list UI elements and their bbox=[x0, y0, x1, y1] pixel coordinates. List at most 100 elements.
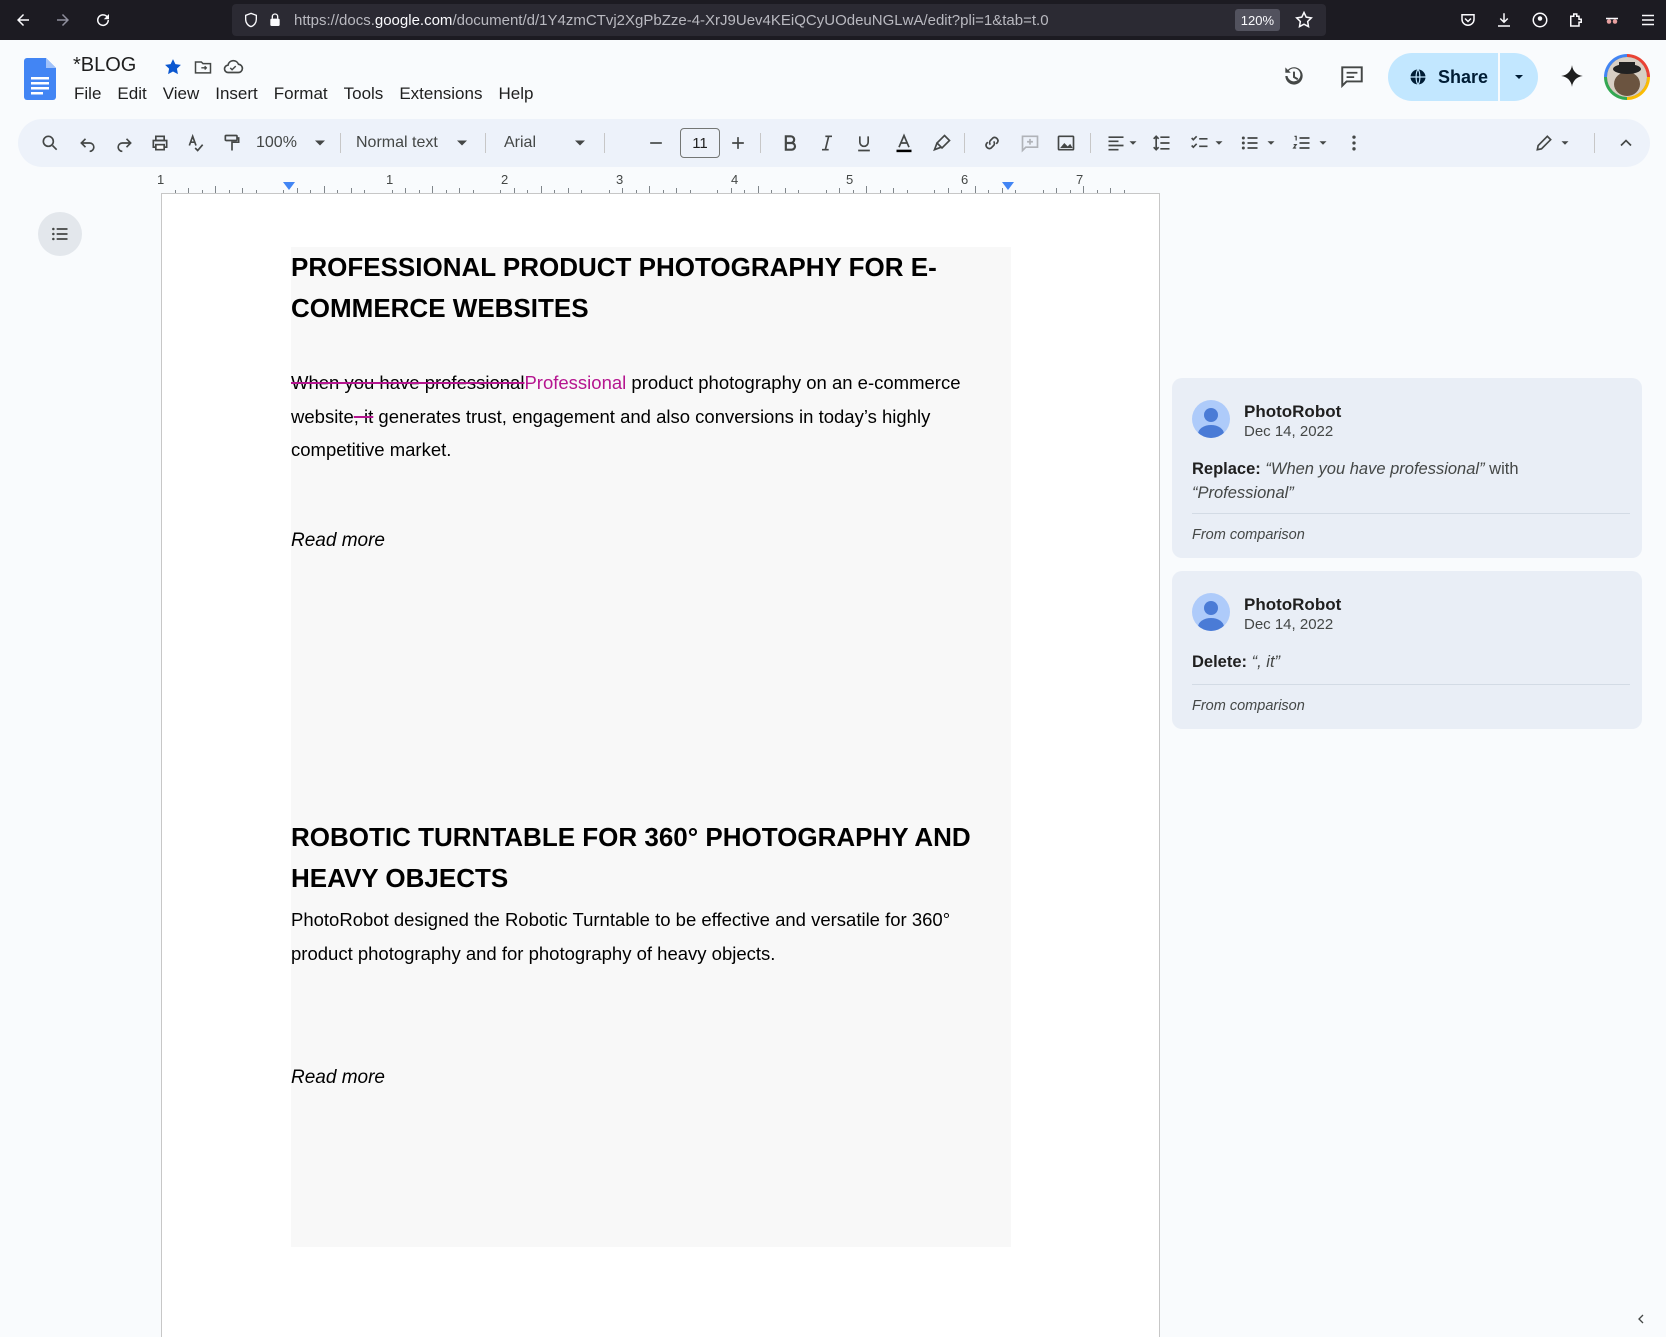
bookmark-star-icon[interactable] bbox=[1294, 10, 1314, 30]
cloud-status-icon[interactable] bbox=[222, 56, 244, 78]
caret-down-icon[interactable] bbox=[570, 131, 590, 155]
heading-1[interactable]: PROFESSIONAL PRODUCT PHOTOGRAPHY FOR E-C… bbox=[291, 247, 1011, 329]
ruler-track[interactable]: 1 1 2 3 4 5 6 7 bbox=[157, 172, 1160, 194]
document-outline-icon[interactable] bbox=[38, 212, 82, 256]
download-icon[interactable] bbox=[1486, 2, 1522, 38]
ruler-tick bbox=[337, 190, 339, 193]
bold-icon[interactable] bbox=[778, 131, 802, 155]
increase-font-size-icon[interactable] bbox=[726, 131, 750, 155]
back-icon[interactable] bbox=[6, 3, 40, 37]
menu-file[interactable]: File bbox=[66, 82, 109, 106]
ruler-tick bbox=[974, 186, 976, 193]
version-history-icon[interactable] bbox=[1276, 58, 1312, 94]
docs-logo-icon[interactable] bbox=[24, 58, 56, 100]
suggested-deletion[interactable]: , it bbox=[354, 406, 374, 427]
heading-2[interactable]: ROBOTIC TURNTABLE FOR 360° PHOTOGRAPHY A… bbox=[291, 817, 1011, 899]
more-options-icon[interactable] bbox=[1342, 131, 1366, 155]
underline-icon[interactable] bbox=[852, 131, 876, 155]
text-color-icon[interactable] bbox=[890, 131, 918, 155]
italic-icon[interactable] bbox=[815, 131, 839, 155]
insert-link-icon[interactable] bbox=[980, 131, 1004, 155]
right-indent-marker[interactable] bbox=[1002, 182, 1014, 190]
zoom-level-badge[interactable]: 120% bbox=[1234, 9, 1280, 31]
paragraph-2[interactable]: PhotoRobot designed the Robotic Turntabl… bbox=[291, 903, 991, 970]
address-bar[interactable]: https://docs.google.com/document/d/1Y4zm… bbox=[232, 4, 1326, 36]
read-more-1[interactable]: Read more bbox=[291, 530, 385, 552]
ruler-tick bbox=[934, 190, 936, 193]
menu-insert[interactable]: Insert bbox=[207, 82, 266, 106]
menu-view[interactable]: View bbox=[155, 82, 208, 106]
toolbar-divider bbox=[340, 133, 341, 153]
font-value: Arial bbox=[504, 134, 537, 151]
lock-icon[interactable] bbox=[266, 11, 284, 29]
suggested-deletion[interactable]: When you have professional bbox=[291, 372, 524, 393]
ruler-tick bbox=[1069, 190, 1071, 193]
shield-icon[interactable] bbox=[242, 11, 260, 29]
move-folder-icon[interactable] bbox=[192, 56, 214, 78]
left-indent-marker[interactable] bbox=[283, 182, 295, 190]
redo-icon[interactable] bbox=[112, 131, 136, 155]
menu-hamburger-icon[interactable] bbox=[1630, 2, 1666, 38]
ruler-tick bbox=[662, 190, 664, 193]
ruler-tick bbox=[174, 190, 176, 193]
font-size-input[interactable]: 11 bbox=[680, 128, 720, 158]
editing-mode-pencil-icon[interactable] bbox=[1532, 131, 1556, 155]
menu-format[interactable]: Format bbox=[266, 82, 336, 106]
toolbar-divider bbox=[1594, 133, 1595, 153]
paragraph-1[interactable]: When you have professionalProfessional p… bbox=[291, 366, 991, 467]
star-icon[interactable] bbox=[162, 56, 184, 78]
suggested-insertion[interactable]: Professional bbox=[524, 372, 626, 393]
comments-icon[interactable] bbox=[1334, 58, 1370, 94]
menu-help[interactable]: Help bbox=[490, 82, 541, 106]
user-avatar-icon bbox=[1192, 593, 1230, 631]
pocket-icon[interactable] bbox=[1450, 2, 1486, 38]
user-avatar[interactable] bbox=[1604, 54, 1650, 100]
reload-icon[interactable] bbox=[86, 3, 120, 37]
menu-edit[interactable]: Edit bbox=[109, 82, 154, 106]
caret-down-icon[interactable] bbox=[1264, 131, 1278, 155]
suggestion-comment[interactable]: PhotoRobot Dec 14, 2022 Replace: “When y… bbox=[1172, 378, 1642, 558]
line-spacing-icon[interactable] bbox=[1150, 131, 1174, 155]
chevron-left-icon[interactable] bbox=[1630, 1301, 1652, 1337]
caret-down-icon[interactable] bbox=[1316, 131, 1330, 155]
menu-tools[interactable]: Tools bbox=[336, 82, 392, 106]
extensions-icon[interactable] bbox=[1558, 2, 1594, 38]
account-icon[interactable] bbox=[1522, 2, 1558, 38]
read-more-2[interactable]: Read more bbox=[291, 1067, 385, 1089]
chevron-up-icon[interactable] bbox=[1614, 131, 1638, 155]
highlight-color-icon[interactable] bbox=[930, 131, 954, 155]
bulleted-list-icon[interactable] bbox=[1238, 131, 1262, 155]
ruler-tick bbox=[798, 190, 800, 193]
forward-icon[interactable] bbox=[46, 3, 80, 37]
document-title[interactable]: *BLOG bbox=[73, 54, 136, 77]
suggestion-new-text: “Professional” bbox=[1192, 484, 1294, 502]
insert-image-icon[interactable] bbox=[1054, 131, 1078, 155]
spellcheck-icon[interactable] bbox=[184, 131, 208, 155]
ruler-tick bbox=[988, 190, 990, 193]
paragraph-style-select[interactable]: Normal text bbox=[356, 131, 466, 155]
gemini-sparkle-icon[interactable] bbox=[1554, 58, 1590, 94]
caret-down-icon[interactable] bbox=[1126, 131, 1140, 155]
search-menus-icon[interactable] bbox=[38, 131, 62, 155]
caret-down-icon[interactable] bbox=[1212, 131, 1226, 155]
share-dropdown-button[interactable] bbox=[1500, 53, 1538, 101]
undo-icon[interactable] bbox=[76, 131, 100, 155]
align-left-icon[interactable] bbox=[1104, 131, 1128, 155]
ruler-label: 6 bbox=[961, 172, 969, 187]
menu-extensions[interactable]: Extensions bbox=[391, 82, 490, 106]
document-page[interactable]: PROFESSIONAL PRODUCT PHOTOGRAPHY FOR E-C… bbox=[161, 194, 1160, 1337]
numbered-list-icon[interactable] bbox=[1290, 131, 1314, 155]
caret-down-icon[interactable] bbox=[310, 131, 330, 155]
print-icon[interactable] bbox=[148, 131, 172, 155]
share-button[interactable]: Share bbox=[1388, 53, 1498, 101]
caret-down-icon[interactable] bbox=[452, 131, 472, 155]
checklist-icon[interactable] bbox=[1188, 131, 1212, 155]
suggestion-comment[interactable]: PhotoRobot Dec 14, 2022 Delete: “, it” F… bbox=[1172, 571, 1642, 729]
paint-format-icon[interactable] bbox=[220, 131, 244, 155]
comment-divider bbox=[1192, 513, 1630, 514]
caret-down-icon[interactable] bbox=[1558, 131, 1572, 155]
decrease-font-size-icon[interactable] bbox=[644, 131, 668, 155]
add-comment-icon[interactable] bbox=[1018, 131, 1042, 155]
incognito-icon[interactable] bbox=[1594, 2, 1630, 38]
ruler-tick bbox=[961, 190, 963, 193]
